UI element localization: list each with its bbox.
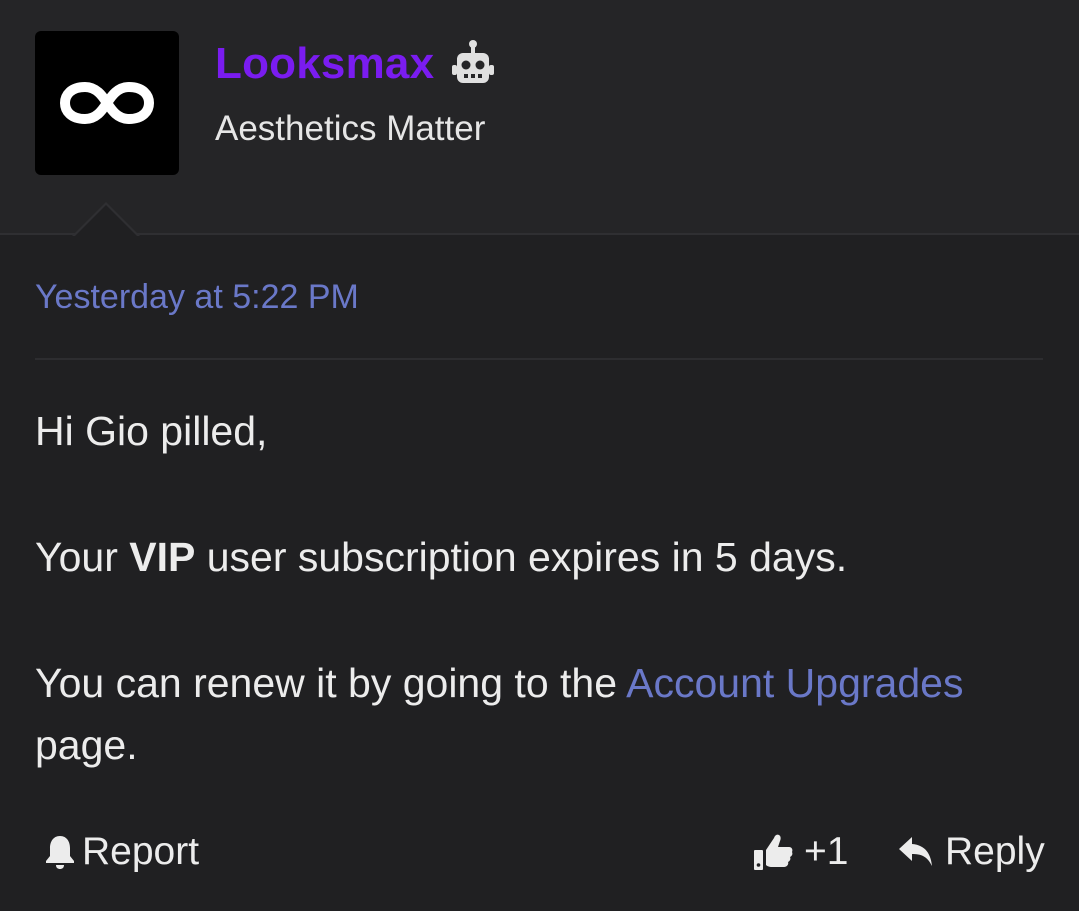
thumbs-up-icon <box>752 832 794 872</box>
renew-text-prefix: You can renew it by going to the <box>35 660 627 706</box>
divider <box>35 358 1043 360</box>
bell-icon <box>44 834 76 870</box>
post-actions: Report +1 Reply <box>0 820 1079 884</box>
post-header: Looksmax Aesthetics Matter <box>0 0 1079 235</box>
vip-label: VIP <box>129 534 196 580</box>
account-upgrades-link[interactable]: Account Upgrades <box>626 660 963 706</box>
report-button[interactable]: Report <box>44 820 199 884</box>
author-title: Aesthetics Matter <box>215 109 486 148</box>
author-avatar[interactable] <box>35 31 179 175</box>
username-row: Looksmax <box>215 36 498 92</box>
post-timestamp[interactable]: Yesterday at 5:22 PM <box>35 276 359 318</box>
author-name[interactable]: Looksmax <box>215 36 434 92</box>
message-post: Looksmax Aesthetics Matter Yesterday at … <box>0 0 1079 911</box>
like-count: +1 <box>804 830 849 873</box>
like-button[interactable]: +1 <box>752 820 848 884</box>
renew-text: You can renew it by going to the Account… <box>35 652 1043 776</box>
subscription-text: Your VIP user subscription expires in 5 … <box>35 526 1043 588</box>
infinity-logo-icon <box>60 82 154 124</box>
reply-button[interactable]: Reply <box>897 820 1045 884</box>
subscription-text-suffix: user subscription expires in 5 days. <box>195 534 848 580</box>
report-label: Report <box>82 830 200 873</box>
reply-arrow-icon <box>897 835 935 869</box>
greeting-text: Hi Gio pilled, <box>35 408 268 454</box>
robot-icon <box>448 39 498 89</box>
message-body: Hi Gio pilled, Your VIP user subscriptio… <box>35 400 1043 776</box>
header-pointer-fill <box>74 205 138 237</box>
renew-text-suffix: page. <box>35 722 138 768</box>
subscription-text-prefix: Your <box>35 534 130 580</box>
reply-label: Reply <box>945 830 1045 873</box>
